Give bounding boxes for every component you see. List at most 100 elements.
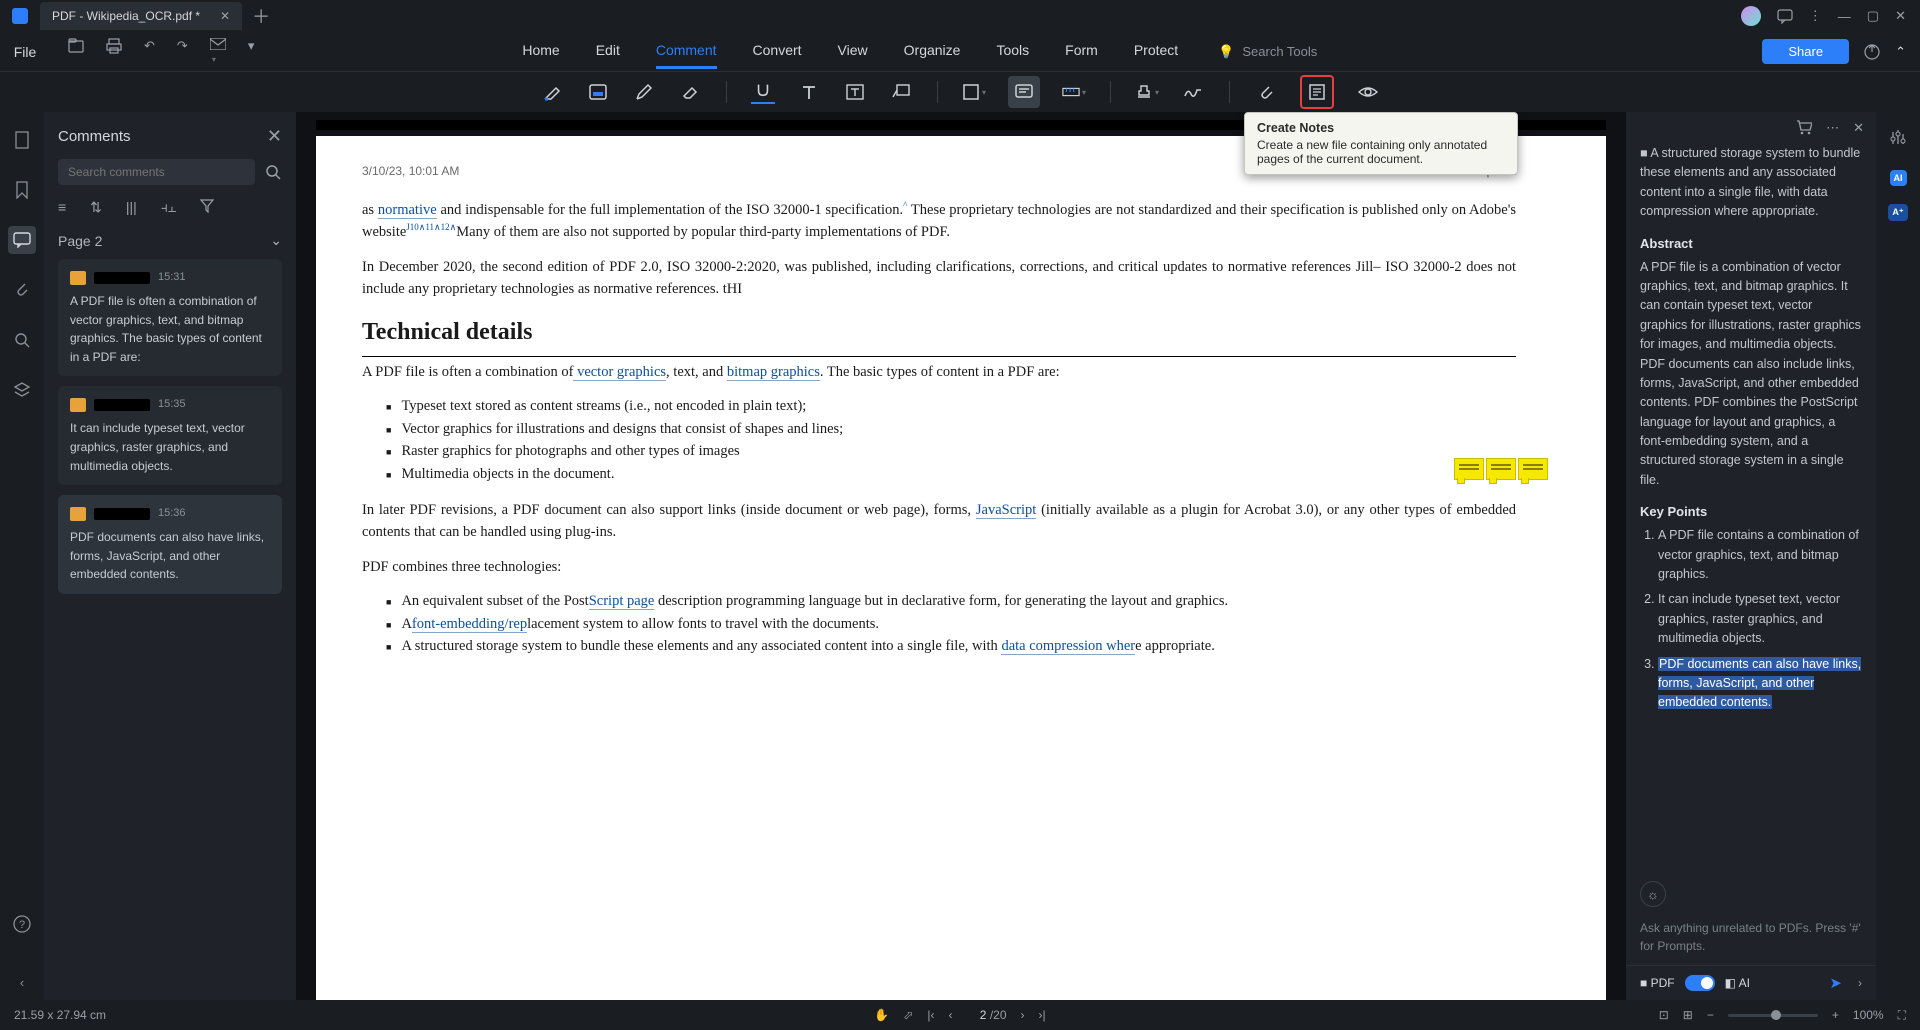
expand-ai-icon[interactable]: › bbox=[1858, 976, 1862, 990]
document-tab[interactable]: PDF - Wikipedia_OCR.pdf * ✕ bbox=[40, 2, 242, 30]
bookmarks-icon[interactable] bbox=[8, 176, 36, 204]
eraser-icon[interactable] bbox=[678, 80, 702, 104]
ai-translate-icon[interactable]: A⁺ bbox=[1888, 204, 1907, 221]
sticky-note-cluster[interactable] bbox=[1454, 458, 1548, 480]
abstract-heading: Abstract bbox=[1640, 234, 1862, 254]
thumbnails-icon[interactable] bbox=[8, 126, 36, 154]
more-icon[interactable]: ⋯ bbox=[1826, 120, 1839, 136]
redo-icon[interactable]: ↷ bbox=[177, 38, 188, 65]
select-tool-icon[interactable]: ⬀ bbox=[903, 1008, 913, 1022]
tab-protect[interactable]: Protect bbox=[1134, 34, 1178, 69]
document-viewport[interactable]: Create Notes Create a new file containin… bbox=[296, 112, 1626, 1000]
ai-prompt-placeholder[interactable]: Ask anything unrelated to PDFs. Press '#… bbox=[1640, 919, 1862, 955]
fit-page-icon[interactable]: ⊞ bbox=[1683, 1008, 1693, 1022]
filter-funnel-icon[interactable] bbox=[200, 199, 214, 216]
comments-nav-icon[interactable] bbox=[8, 226, 36, 254]
undo-icon[interactable]: ↶ bbox=[144, 38, 155, 65]
sticky-note-icon[interactable] bbox=[1454, 458, 1484, 480]
fit-width-icon[interactable]: ⊡ bbox=[1659, 1008, 1669, 1022]
kebab-menu-icon[interactable]: ⋮ bbox=[1809, 8, 1822, 24]
properties-icon[interactable] bbox=[1884, 124, 1912, 152]
comment-bubble-icon[interactable] bbox=[1777, 8, 1793, 24]
close-window-icon[interactable]: ✕ bbox=[1895, 8, 1906, 24]
create-notes-icon[interactable] bbox=[1300, 75, 1334, 109]
text-icon[interactable] bbox=[797, 80, 821, 104]
sticky-note-icon[interactable] bbox=[1518, 458, 1548, 480]
author-redacted bbox=[94, 272, 150, 284]
share-button[interactable]: Share bbox=[1762, 39, 1849, 64]
ai-badge-icon[interactable]: AI bbox=[1890, 170, 1907, 186]
stamp-dropdown-icon[interactable] bbox=[1135, 80, 1159, 104]
zoom-out-icon[interactable]: − bbox=[1707, 1008, 1714, 1022]
hide-annotations-icon[interactable] bbox=[1356, 80, 1380, 104]
hand-tool-icon[interactable]: ✋ bbox=[874, 1008, 889, 1022]
sticky-note-icon[interactable] bbox=[1486, 458, 1516, 480]
mode-toggle[interactable] bbox=[1685, 975, 1715, 991]
filter-3-icon[interactable]: ⫞⫠ bbox=[161, 199, 176, 216]
tab-comment[interactable]: Comment bbox=[656, 34, 717, 69]
note-icon[interactable] bbox=[1008, 76, 1040, 108]
cloud-sync-icon[interactable] bbox=[1863, 43, 1881, 61]
search-icon[interactable] bbox=[265, 164, 282, 181]
sort-icon[interactable]: ≡ bbox=[58, 199, 66, 216]
filter-2-icon[interactable]: ||| bbox=[126, 199, 137, 216]
next-page-icon[interactable]: › bbox=[1021, 1008, 1025, 1022]
titlebar: PDF - Wikipedia_OCR.pdf * ✕ ＋ ⋮ — ▢ ✕ bbox=[0, 0, 1920, 32]
close-comments-icon[interactable]: ✕ bbox=[267, 126, 282, 147]
layers-icon[interactable] bbox=[8, 376, 36, 404]
tab-tools[interactable]: Tools bbox=[996, 34, 1029, 69]
tab-organize[interactable]: Organize bbox=[904, 34, 961, 69]
tab-form[interactable]: Form bbox=[1065, 34, 1098, 69]
search-comments-input[interactable] bbox=[58, 159, 255, 185]
file-menu[interactable]: File bbox=[0, 44, 50, 60]
callout-icon[interactable] bbox=[889, 80, 913, 104]
new-tab-button[interactable]: ＋ bbox=[252, 3, 270, 29]
cart-icon[interactable] bbox=[1796, 120, 1812, 136]
tab-edit[interactable]: Edit bbox=[596, 34, 620, 69]
search-tools[interactable]: 💡 Search Tools bbox=[1218, 44, 1317, 60]
keypoint-item: A PDF file contains a combination of vec… bbox=[1658, 526, 1862, 584]
mail-dropdown-icon[interactable] bbox=[210, 38, 226, 65]
first-page-icon[interactable]: |‹ bbox=[927, 1008, 934, 1022]
search-nav-icon[interactable] bbox=[8, 326, 36, 354]
filter-1-icon[interactable]: ⇅ bbox=[90, 199, 102, 216]
prev-page-icon[interactable]: ‹ bbox=[948, 1008, 952, 1022]
area-highlight-icon[interactable] bbox=[586, 80, 610, 104]
minimize-icon[interactable]: — bbox=[1838, 9, 1851, 24]
attachments-nav-icon[interactable] bbox=[8, 276, 36, 304]
send-icon[interactable]: ➤ bbox=[1829, 974, 1842, 992]
close-ai-icon[interactable]: ✕ bbox=[1853, 120, 1864, 136]
signature-icon[interactable] bbox=[1181, 80, 1205, 104]
shape-dropdown-icon[interactable] bbox=[962, 80, 986, 104]
open-icon[interactable] bbox=[68, 38, 84, 65]
print-icon[interactable] bbox=[106, 38, 122, 65]
collapse-sidebar-icon[interactable]: ‹ bbox=[20, 975, 24, 990]
close-tab-icon[interactable]: ✕ bbox=[220, 9, 230, 23]
suggestions-icon[interactable]: ☼ bbox=[1640, 881, 1666, 907]
comment-card[interactable]: 15:35 It can include typeset text, vecto… bbox=[58, 386, 282, 485]
more-menu-icon[interactable]: ▾ bbox=[248, 38, 255, 65]
textbox-icon[interactable] bbox=[843, 80, 867, 104]
highlight-icon[interactable] bbox=[540, 80, 564, 104]
comment-card[interactable]: 15:31 A PDF file is often a combination … bbox=[58, 259, 282, 376]
tab-view[interactable]: View bbox=[838, 34, 868, 69]
measure-dropdown-icon[interactable] bbox=[1062, 80, 1086, 104]
zoom-in-icon[interactable]: + bbox=[1832, 1008, 1839, 1022]
help-icon[interactable]: ? bbox=[13, 915, 31, 933]
comment-card[interactable]: 15:36 PDF documents can also have links,… bbox=[58, 495, 282, 594]
svg-text:?: ? bbox=[19, 919, 25, 931]
page-section-toggle[interactable]: Page 2 ⌄ bbox=[58, 232, 282, 249]
fullscreen-icon[interactable]: ⛶ bbox=[1898, 1008, 1906, 1023]
underline-icon[interactable] bbox=[751, 80, 775, 104]
collapse-ribbon-icon[interactable]: ⌃ bbox=[1895, 44, 1906, 60]
pencil-icon[interactable] bbox=[632, 80, 656, 104]
page-input[interactable] bbox=[966, 1008, 986, 1022]
zoom-slider[interactable] bbox=[1728, 1014, 1818, 1017]
attachment-icon[interactable] bbox=[1254, 80, 1278, 104]
maximize-icon[interactable]: ▢ bbox=[1867, 8, 1879, 24]
keypoints-heading: Key Points bbox=[1640, 502, 1862, 522]
tab-convert[interactable]: Convert bbox=[753, 34, 802, 69]
avatar[interactable] bbox=[1741, 6, 1761, 26]
tab-home[interactable]: Home bbox=[522, 34, 559, 69]
last-page-icon[interactable]: ›| bbox=[1039, 1008, 1046, 1022]
